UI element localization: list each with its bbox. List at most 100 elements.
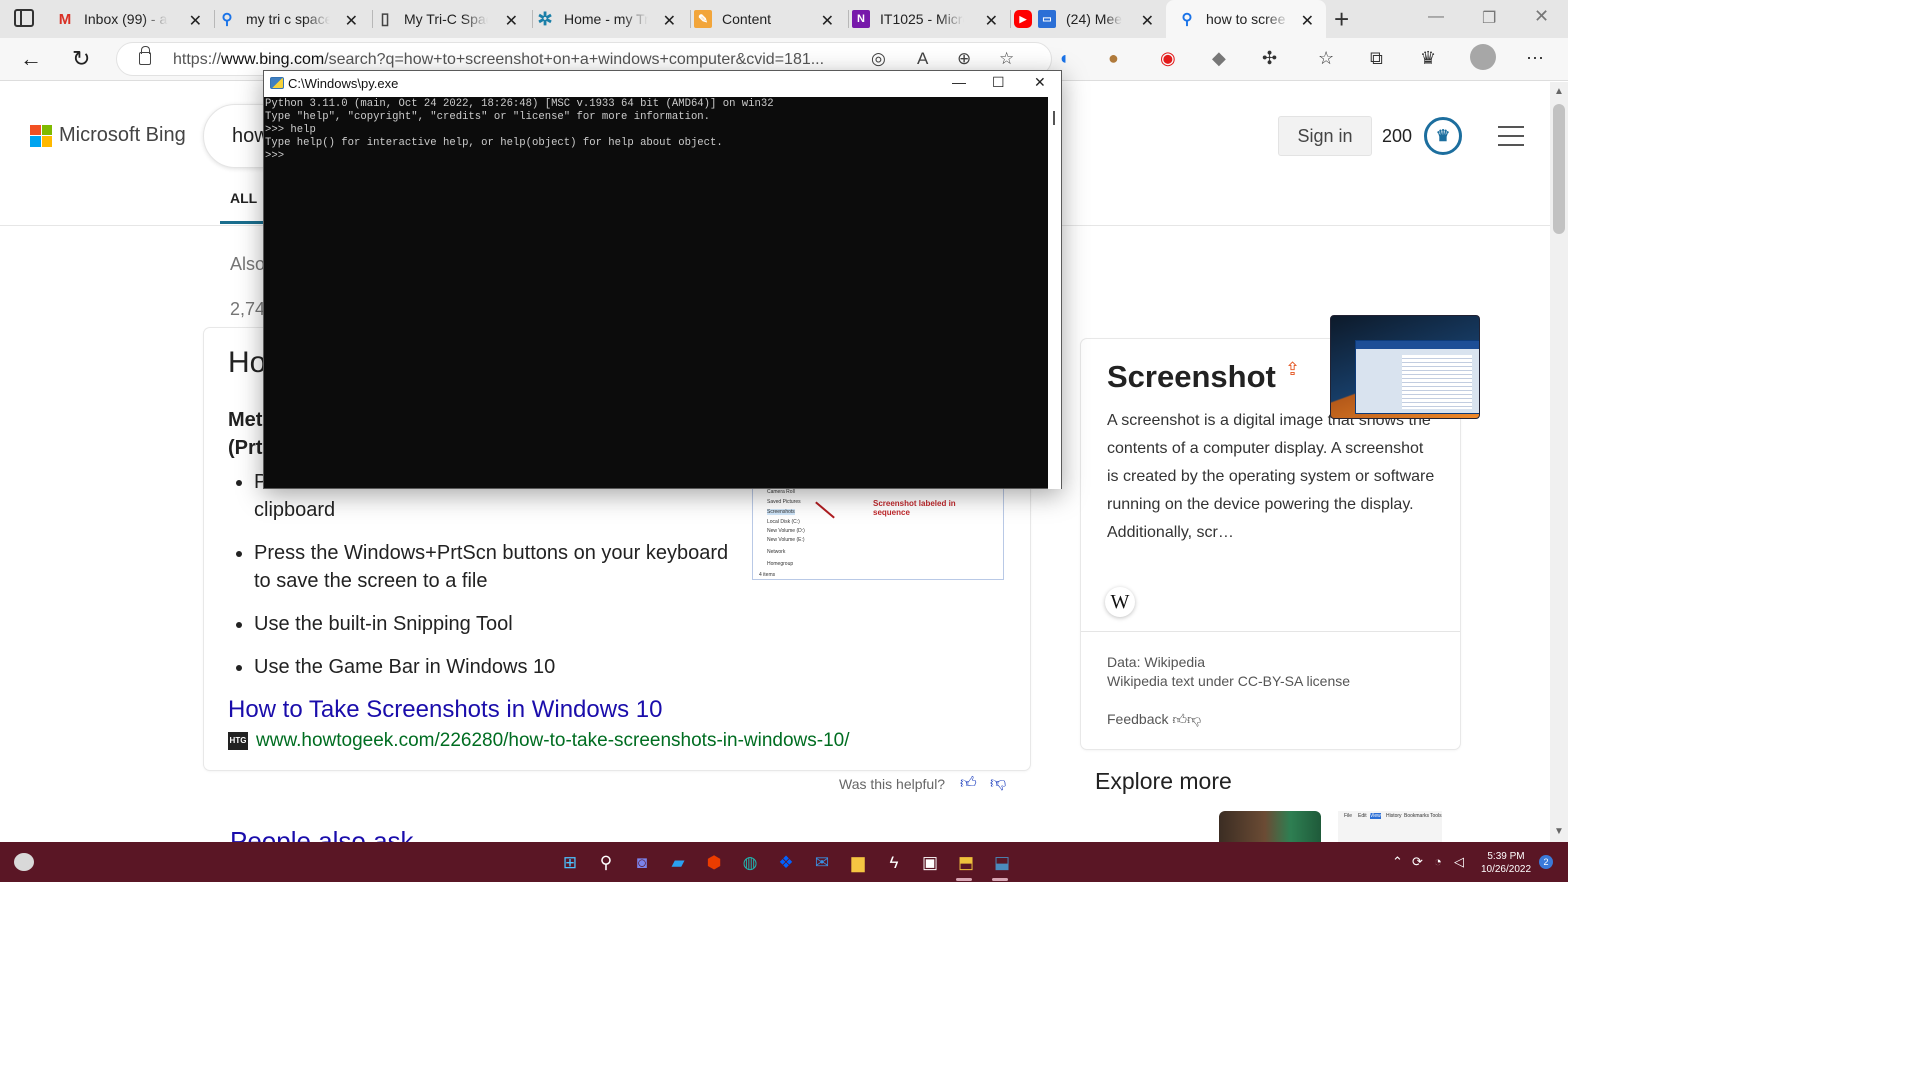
location-icon[interactable]: ◎: [871, 49, 886, 69]
answer-title: Ho: [228, 346, 267, 379]
close-tab-icon[interactable]: ✕: [1141, 11, 1154, 31]
answer-thumbnail[interactable]: Camera Roll Saved Pictures Screenshots L…: [752, 480, 1004, 580]
share-icon[interactable]: ⇪: [1285, 359, 1300, 380]
folder-icon[interactable]: ▆: [846, 851, 870, 875]
scroll-down-icon[interactable]: ▼: [1554, 826, 1564, 837]
tab-actions-icon[interactable]: [14, 9, 34, 27]
thumbs-up-outline-icon[interactable]: 👍︎: [1172, 711, 1187, 727]
scrollbar-thumb[interactable]: [1553, 104, 1565, 234]
source-text[interactable]: Data: Wikipedia: [1107, 653, 1350, 672]
rewards-icon[interactable]: ♛: [1420, 48, 1436, 69]
mail-icon[interactable]: ✉: [810, 851, 834, 875]
thumbs-down-outline-icon[interactable]: 👎︎: [1187, 711, 1201, 727]
thumbs-down-icon[interactable]: 👎︎: [990, 774, 1006, 793]
python-console-window[interactable]: C:\Windows\py.exe — ☐ ✕ Python 3.11.0 (m…: [263, 70, 1062, 489]
sync-icon[interactable]: ⟳: [1412, 854, 1423, 870]
clock-time: 5:39 PM: [1487, 851, 1525, 862]
restore-icon[interactable]: ❐: [1482, 8, 1496, 28]
bing-logo[interactable]: Microsoft Bing: [30, 124, 186, 147]
console-scrollbar[interactable]: [1048, 97, 1061, 489]
search-icon[interactable]: ⚲: [594, 851, 618, 875]
collections-icon[interactable]: ⧉: [1370, 48, 1383, 69]
console-output[interactable]: Python 3.11.0 (main, Oct 24 2022, 18:26:…: [264, 97, 1047, 489]
python-console-icon[interactable]: ⬓: [990, 851, 1014, 875]
new-tab-icon[interactable]: +: [1334, 4, 1349, 35]
clock[interactable]: 5:39 PM 10/26/2022: [1478, 850, 1534, 876]
back-icon[interactable]: ←: [20, 46, 42, 72]
sign-in-button[interactable]: Sign in: [1278, 116, 1372, 156]
add-favorite-icon[interactable]: ☆: [999, 49, 1014, 69]
console-maximize-icon[interactable]: ☐: [992, 74, 1005, 91]
profile-avatar[interactable]: [1470, 44, 1496, 70]
close-tab-icon[interactable]: ✕: [663, 11, 676, 31]
console-minimize-icon[interactable]: —: [952, 74, 966, 90]
extensions-icon[interactable]: ✣: [1262, 48, 1277, 69]
teams-chat-icon[interactable]: ◙: [630, 851, 654, 875]
answer-source-link[interactable]: How to Take Screenshots in Windows 10: [228, 696, 662, 724]
volume-icon[interactable]: ◁: [1454, 854, 1464, 870]
wifi-icon[interactable]: ◔: [1434, 854, 1442, 869]
tab-it1025[interactable]: N IT1025 - Micro ✕: [852, 0, 1010, 38]
console-titlebar[interactable]: C:\Windows\py.exe — ☐ ✕: [264, 71, 1061, 97]
office-icon[interactable]: ⬢: [702, 851, 726, 875]
active-scope-indicator: [220, 221, 264, 224]
knowledge-image[interactable]: [1330, 315, 1480, 419]
console-close-icon[interactable]: ✕: [1034, 74, 1046, 91]
explore-image-keyboard[interactable]: [1219, 811, 1321, 843]
remote-desktop-icon[interactable]: ▣: [918, 851, 942, 875]
more-menu-icon[interactable]: ⋯: [1526, 48, 1544, 69]
onenote-icon: N: [852, 10, 870, 28]
scroll-up-icon[interactable]: ▲: [1554, 86, 1564, 97]
weather-icon[interactable]: [14, 853, 34, 871]
start-icon[interactable]: ⊞: [558, 851, 582, 875]
close-tab-icon[interactable]: ✕: [985, 11, 998, 31]
license-text[interactable]: Wikipedia text under CC-BY-SA license: [1107, 672, 1350, 691]
thumbs-up-icon[interactable]: 👍︎: [960, 774, 977, 793]
dropbox-icon[interactable]: ❖: [774, 851, 798, 875]
show-hidden-icons-icon[interactable]: ⌃: [1392, 854, 1403, 870]
file-explorer-app-icon[interactable]: ▰: [666, 851, 690, 875]
scope-tab-all[interactable]: ALL: [230, 190, 257, 206]
tab-my-tri-c-space[interactable]: ▯ My Tri-C Space ✕: [376, 0, 530, 38]
close-tab-icon[interactable]: ✕: [505, 11, 518, 31]
notification-badge[interactable]: 2: [1539, 855, 1553, 869]
answer-source-url[interactable]: HTG www.howtogeek.com/226280/how-to-take-…: [228, 730, 850, 752]
tab-bing-search-active[interactable]: ⚲ how to scree ✕: [1166, 0, 1326, 38]
read-aloud-active-icon[interactable]: ◖: [1058, 48, 1069, 69]
power-automate-icon[interactable]: ϟ: [882, 851, 906, 875]
read-aloud-icon[interactable]: A: [917, 49, 928, 69]
favorites-icon[interactable]: ☆: [1318, 48, 1334, 69]
close-tab-icon[interactable]: ✕: [1301, 11, 1314, 31]
url-text[interactable]: https://www.bing.com/search?q=how+to+scr…: [173, 51, 824, 69]
close-tab-icon[interactable]: ✕: [821, 11, 834, 31]
roblox-extension-icon[interactable]: ◆: [1212, 48, 1226, 69]
tab-home-my-tri-c[interactable]: ✲ Home - my Tri- ✕: [536, 0, 688, 38]
tab-my-tri-c-search[interactable]: ⚲ my tri c space ✕: [218, 0, 370, 38]
python-installer-icon[interactable]: ⬒: [954, 851, 978, 875]
tab-gmail[interactable]: M Inbox (99) - a ✕: [56, 0, 214, 38]
page-scrollbar[interactable]: ▲ ▼: [1550, 82, 1568, 842]
cookie-icon[interactable]: ●: [1108, 48, 1119, 69]
refresh-icon[interactable]: ↻: [72, 46, 90, 72]
hamburger-menu-icon[interactable]: [1498, 126, 1524, 146]
tab-youtube-meeting[interactable]: ▶ ▭ (24) Mee ✕: [1014, 0, 1166, 38]
wikipedia-icon[interactable]: W: [1105, 587, 1135, 617]
rewards-trophy-icon[interactable]: ♛: [1424, 117, 1462, 155]
method-line: (Prt: [228, 437, 263, 459]
tab-content[interactable]: ✎ Content ✕: [694, 0, 846, 38]
lock-icon[interactable]: [139, 46, 151, 65]
close-window-icon[interactable]: ✕: [1534, 6, 1549, 27]
close-tab-icon[interactable]: ✕: [345, 11, 358, 31]
minimize-icon[interactable]: —: [1428, 8, 1444, 26]
opera-extension-icon[interactable]: ◉: [1160, 48, 1176, 69]
tri-c-logo-icon: ✲: [537, 8, 553, 29]
knowledge-description: A screenshot is a digital image that sho…: [1107, 412, 1435, 541]
close-tab-icon[interactable]: ✕: [189, 11, 202, 31]
tab-title: (24) Mee: [1066, 11, 1122, 27]
zoom-icon[interactable]: ⊕: [957, 49, 971, 69]
explore-image-menu[interactable]: File Edit View History Bookmarks Tools: [1338, 811, 1442, 843]
feedback-row[interactable]: Feedback 👍︎👎︎: [1107, 711, 1201, 728]
knowledge-source: Data: Wikipedia Wikipedia text under CC-…: [1107, 653, 1350, 691]
rewards-points[interactable]: 200: [1382, 126, 1412, 147]
edge-icon[interactable]: ◍: [738, 851, 762, 875]
